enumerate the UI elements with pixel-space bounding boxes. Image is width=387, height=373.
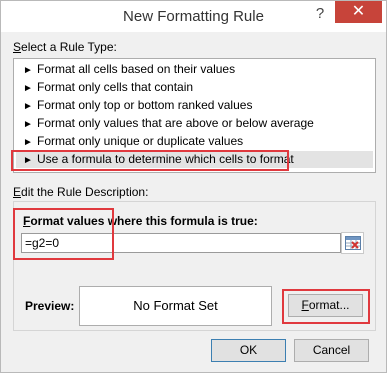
range-picker-icon — [345, 236, 361, 250]
rule-item-unique-duplicate[interactable]: ► Format only unique or duplicate values — [16, 133, 373, 150]
rule-item-top-bottom[interactable]: ► Format only top or bottom ranked values — [16, 97, 373, 114]
arrow-icon: ► — [23, 155, 33, 166]
rule-item-cells-contain[interactable]: ► Format only cells that contain — [16, 79, 373, 96]
help-button[interactable]: ? — [307, 3, 333, 25]
title-bar: New Formatting Rule ? ✕ — [1, 1, 386, 32]
arrow-icon: ► — [23, 65, 33, 76]
rule-item-all-cells[interactable]: ► Format all cells based on their values — [16, 61, 373, 78]
format-button[interactable]: Format... — [288, 294, 363, 317]
preview-box: No Format Set — [79, 286, 272, 326]
formula-label: Format values where this formula is true… — [23, 214, 258, 228]
rule-item-above-below-average[interactable]: ► Format only values that are above or be… — [16, 115, 373, 132]
range-picker-button[interactable] — [341, 232, 364, 254]
preview-label: Preview: — [25, 299, 75, 313]
rule-type-list[interactable]: ► Format all cells based on their values … — [13, 58, 376, 173]
cancel-button[interactable]: Cancel — [294, 339, 369, 362]
arrow-icon: ► — [23, 137, 33, 148]
ok-button[interactable]: OK — [211, 339, 286, 362]
arrow-icon: ► — [23, 83, 33, 94]
rule-item-use-formula[interactable]: ► Use a formula to determine which cells … — [16, 151, 373, 168]
arrow-icon: ► — [23, 119, 33, 130]
new-formatting-rule-dialog: New Formatting Rule ? ✕ Select a Rule Ty… — [0, 0, 387, 373]
rule-type-label: Select a Rule Type: — [13, 40, 117, 54]
formula-input[interactable]: =g2=0 — [21, 233, 341, 253]
close-button[interactable]: ✕ — [335, 1, 382, 23]
arrow-icon: ► — [23, 101, 33, 112]
rule-description-label: Edit the Rule Description: — [13, 185, 149, 199]
